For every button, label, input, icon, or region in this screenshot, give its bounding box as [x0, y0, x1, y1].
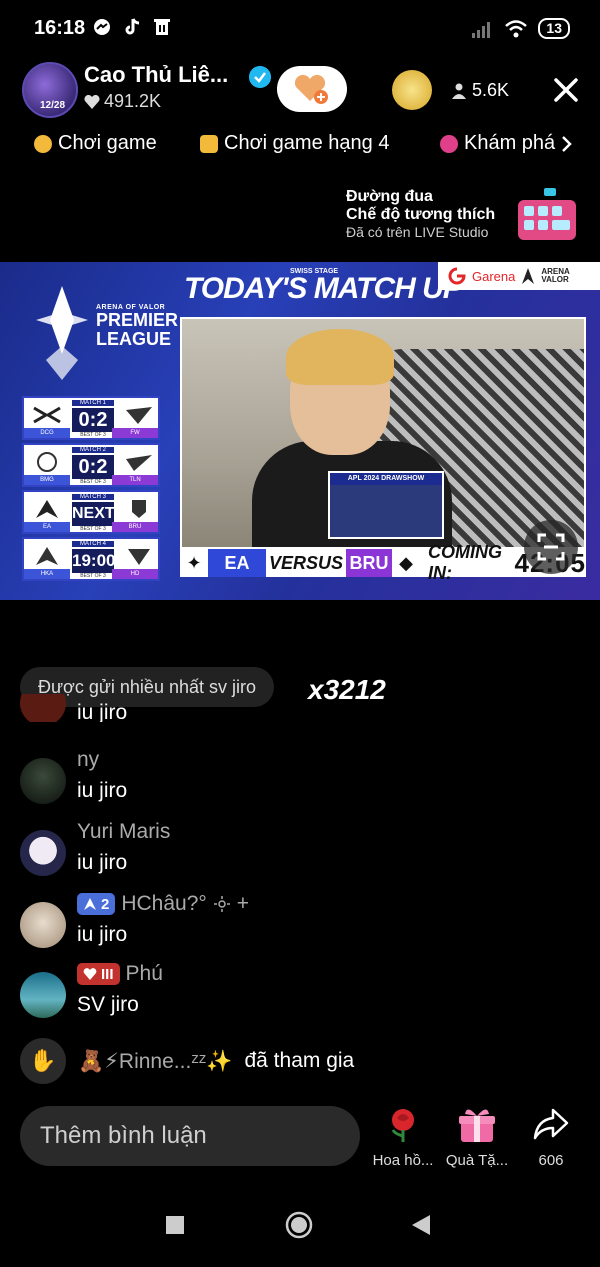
top-gifter-avatar[interactable]: [392, 70, 432, 110]
league-title: ARENA OF VALOR PREMIER LEAGUE: [96, 304, 179, 350]
system-nav-bar: [0, 1196, 600, 1267]
category-tabs: Chơi game Chơi game hạng 4 Khám phá: [0, 132, 600, 170]
match-card: MATCH 3 NEXT BEST OF 3 EA BRU: [22, 490, 160, 534]
share-button[interactable]: 606: [516, 1106, 586, 1169]
wifi-icon: [505, 19, 528, 37]
avatar[interactable]: [20, 972, 66, 1018]
home-icon[interactable]: [284, 1210, 314, 1240]
heart-icon: [83, 968, 97, 980]
avatar[interactable]: [20, 830, 66, 876]
ea-logo-icon: ✦: [180, 549, 208, 577]
tab-kham-pha[interactable]: Khám phá: [440, 132, 573, 155]
chevron-right-icon: [562, 135, 572, 152]
pip-overlay: APL 2024 DRAWSHOW: [328, 471, 444, 539]
game-icon: [34, 134, 52, 153]
heart-icon: [84, 94, 100, 109]
host-name[interactable]: Cao Thủ Liê...: [84, 62, 228, 88]
level-icon: [84, 898, 96, 910]
keyboard-icon: [518, 188, 576, 240]
wave-hand-icon[interactable]: ✋: [20, 1038, 66, 1084]
camera-feed: APL 2024 DRAWSHOW: [180, 317, 586, 549]
back-icon[interactable]: [406, 1210, 436, 1240]
verified-icon: [249, 66, 271, 88]
host-likes: 491.2K: [84, 91, 161, 112]
rose-gift-button[interactable]: Hoa hồ...: [368, 1106, 438, 1169]
team-logo: [32, 498, 62, 520]
team-logo: [124, 498, 154, 520]
gift-button[interactable]: Quà Tặ...: [442, 1106, 512, 1169]
trash-icon: [154, 19, 170, 35]
heart-plus-icon: [294, 74, 328, 104]
rose-icon: [383, 1106, 423, 1144]
live-studio-promo[interactable]: Đường đua Chế độ tương thích Đã có trên …: [346, 188, 586, 248]
bru-logo-icon: ◆: [392, 549, 420, 577]
avatar[interactable]: [20, 902, 66, 948]
person-icon: [452, 83, 466, 99]
expand-icon: [537, 533, 565, 561]
team-logo: [124, 545, 154, 567]
avatar-badge: 12/28: [40, 100, 66, 111]
follow-button[interactable]: [277, 66, 347, 112]
match-card: MATCH 4 19:00 BEST OF 3 HKA HD: [22, 537, 160, 581]
garena-logo-icon: [448, 267, 466, 285]
live-header: 12/28 Cao Thủ Liê... 491.2K 5.6K: [0, 58, 600, 122]
live-video[interactable]: ARENA OF VALOR PREMIER LEAGUE MATCH 1 0:…: [0, 262, 600, 600]
messenger-icon: [94, 19, 110, 35]
explore-icon: [440, 134, 458, 153]
level-badge: 2: [77, 893, 116, 915]
clock: 16:18: [34, 17, 86, 39]
team-logo: [32, 451, 62, 473]
signal-icon: [472, 21, 491, 38]
status-bar: 16:18 13: [0, 0, 600, 58]
team-logo: [124, 404, 154, 426]
aov-logo-icon: [522, 268, 535, 284]
sponsor-banner: Garena ARENA VALOR: [438, 262, 600, 290]
match-card: MATCH 1 0:2 BEST OF 3 DCG FW: [22, 396, 160, 440]
team-logo: [124, 451, 154, 473]
comment-input[interactable]: Thêm bình luận: [20, 1106, 360, 1166]
join-notice: ✋ 🧸⚡Rinne...ᶻᶻ✨ đã tham gia: [20, 1038, 354, 1084]
headline: TODAY'S MATCH UP: [184, 272, 463, 305]
avatar[interactable]: [20, 758, 66, 804]
recents-icon[interactable]: [160, 1210, 190, 1240]
sparkle-icon: [213, 896, 230, 912]
team-logo: [32, 404, 62, 426]
viewer-count[interactable]: 5.6K: [452, 80, 509, 101]
close-icon[interactable]: [552, 76, 580, 104]
team-logo: [32, 545, 62, 567]
battery-indicator: 13: [538, 18, 570, 39]
host-avatar[interactable]: 12/28: [22, 62, 78, 118]
emoji-icon: [200, 134, 218, 153]
fan-badge: III: [77, 963, 120, 985]
plus-icon: +: [236, 892, 250, 915]
fullscreen-button[interactable]: [524, 520, 578, 574]
share-icon: [531, 1106, 571, 1144]
match-card: MATCH 2 0:2 BEST OF 3 BMG TLN: [22, 443, 160, 487]
match-schedule: MATCH 1 0:2 BEST OF 3 DCG FW MATCH 2 0:2…: [22, 396, 160, 584]
tab-choi-game[interactable]: Chơi game: [34, 132, 157, 155]
tab-choi-game-hang[interactable]: Chơi game hạng 4: [200, 132, 389, 155]
tiktok-icon: [125, 18, 140, 35]
gift-icon: [457, 1106, 497, 1144]
headline-sub: SWISS STAGE: [290, 268, 339, 275]
